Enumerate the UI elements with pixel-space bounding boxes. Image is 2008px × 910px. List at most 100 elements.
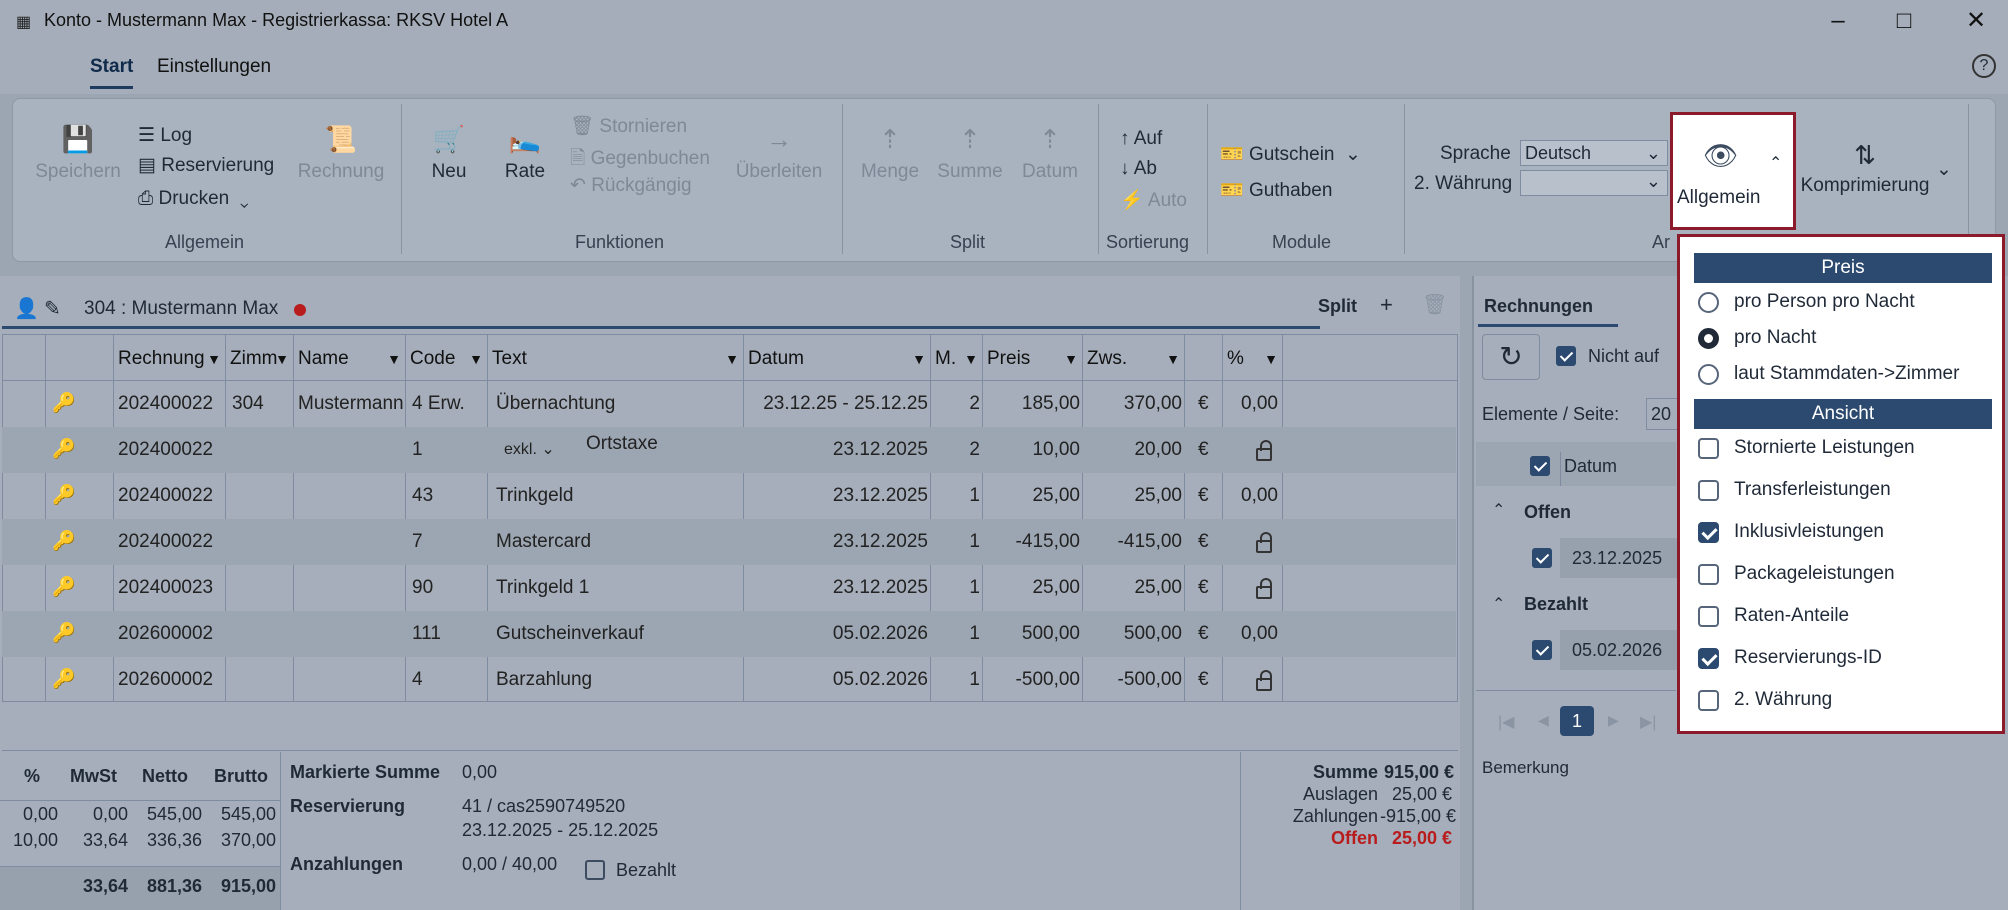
col-name[interactable]: Name ▼ <box>294 338 406 380</box>
neu-button[interactable]: 🛒 Neu <box>424 124 474 183</box>
table-row[interactable]: 🔑 202400022 7 Mastercard 23.12.2025 1 -4… <box>2 519 1456 565</box>
row-checkbox[interactable] <box>1532 640 1552 660</box>
key-icon[interactable]: 🔑 <box>52 427 76 473</box>
radio-laut-stammdaten[interactable]: laut Stammdaten->Zimmer <box>1698 359 1959 389</box>
bezahlt-checkbox[interactable] <box>585 860 605 880</box>
filter-icon[interactable]: ▼ <box>1166 338 1180 380</box>
filter-icon[interactable]: ▼ <box>387 338 401 380</box>
table-row[interactable]: 🔑 202600002 111 Gutscheinverkauf 05.02.2… <box>2 611 1456 657</box>
rechnung-button[interactable]: 📜 Rechnung <box>294 124 388 183</box>
table-row[interactable]: 🔑 202600002 4 Barzahlung 05.02.2026 1 -5… <box>2 657 1456 703</box>
trash-icon[interactable]: 🗑 <box>1422 292 1447 317</box>
chevron-down-icon[interactable]: ⌄ <box>1936 158 1952 181</box>
check-stornierte-leistungen[interactable]: Stornierte Leistungen <box>1698 433 1915 463</box>
summe-button[interactable]: ⇡ Summe <box>936 124 1004 183</box>
filter-icon[interactable]: ▼ <box>964 338 978 380</box>
check-zweite-waehrung[interactable]: 2. Währung <box>1698 685 1832 715</box>
sort-auf-button[interactable]: ↑ Auf <box>1120 128 1162 150</box>
exkl-select[interactable]: exkl. ⌄ <box>504 427 555 473</box>
speichern-button[interactable]: 💾 Speichern <box>34 124 122 183</box>
filter-icon[interactable]: ▼ <box>1064 338 1078 380</box>
stornieren-button[interactable]: 🗑 Stornieren <box>570 114 687 138</box>
nicht-auf-checkbox[interactable] <box>1556 346 1576 366</box>
chevron-up-icon[interactable]: ⌃ <box>1492 500 1505 520</box>
col-prozent[interactable]: % ▼ <box>1223 338 1283 380</box>
guthaben-button[interactable]: 🎫 Guthaben <box>1220 178 1332 202</box>
row-checkbox[interactable] <box>1532 548 1552 568</box>
komprimierung-button[interactable]: ⇅ Komprimierung <box>1800 140 1930 197</box>
key-icon[interactable]: 🔑 <box>52 473 76 519</box>
plus-icon[interactable]: + <box>1380 292 1393 318</box>
col-zws[interactable]: Zws. ▼ <box>1083 338 1185 380</box>
rueckgaengig-button[interactable]: ↶ Rückgängig <box>570 174 692 197</box>
check-packageleistungen[interactable]: Packageleistungen <box>1698 559 1895 589</box>
rate-button[interactable]: 🛌 Rate <box>500 124 550 183</box>
col-zimmer[interactable]: Zimm ▼ <box>226 338 294 380</box>
section-preis: Preis <box>1694 253 1992 283</box>
sort-auto-button[interactable]: ⚡ Auto <box>1120 188 1187 212</box>
close-button[interactable]: ✕ <box>1956 6 1996 36</box>
next-page-icon[interactable]: ▶ <box>1608 712 1619 729</box>
filter-icon[interactable]: ▼ <box>469 338 483 380</box>
key-icon[interactable]: 🔑 <box>52 381 76 427</box>
col-datum[interactable]: Datum ▼ <box>744 338 931 380</box>
sprache-select[interactable]: Deutsch ⌄ <box>1520 140 1668 166</box>
key-icon[interactable]: 🔑 <box>52 657 76 703</box>
key-icon[interactable]: 🔑 <box>52 519 76 565</box>
allgemein-view-button[interactable]: 👁 ⌃ Allgemein <box>1670 112 1796 230</box>
gutschein-button[interactable]: 🎫 Gutschein ⌄ <box>1220 142 1361 166</box>
bed-icon: 🛌 <box>508 124 542 154</box>
col-menge[interactable]: M. ▼ <box>931 338 983 380</box>
select-all-checkbox[interactable] <box>1530 456 1550 476</box>
check-transferleistungen[interactable]: Transferleistungen <box>1698 475 1891 505</box>
arrow-up-icon: ↑ <box>1120 128 1134 149</box>
table-row[interactable]: 🔑 202400022 304 Mustermann 4 Erw. Überna… <box>2 381 1456 427</box>
first-page-icon[interactable]: |◀ <box>1498 712 1514 732</box>
minimize-button[interactable]: – <box>1818 6 1858 36</box>
tab-start[interactable]: Start <box>90 56 134 89</box>
check-inklusivleistungen[interactable]: Inklusivleistungen <box>1698 517 1884 547</box>
key-icon[interactable]: 🔑 <box>52 565 76 611</box>
pencil-icon[interactable]: ✎ <box>44 296 61 321</box>
menge-button[interactable]: ⇡ Menge <box>856 124 924 183</box>
waehrung-select[interactable]: ⌄ <box>1520 170 1668 196</box>
log-button[interactable]: ☰ Log <box>138 124 192 147</box>
filter-icon[interactable]: ▼ <box>207 338 221 380</box>
check-raten-anteile[interactable]: Raten-Anteile <box>1698 601 1849 631</box>
drucken-button[interactable]: ⎙ Drucken ⌄ <box>138 188 249 210</box>
gegenbuchen-button[interactable]: 🗎 Gegenbuchen <box>570 144 710 176</box>
refresh-icon[interactable]: ↻ <box>1482 334 1540 380</box>
tab-einstellungen[interactable]: Einstellungen <box>157 56 271 78</box>
sort-ab-button[interactable]: ↓ Ab <box>1120 158 1157 180</box>
reservierung-button[interactable]: ▤ Reservierung <box>138 154 274 177</box>
sprache-label: Sprache <box>1440 143 1511 164</box>
col-text[interactable]: Text ▼ <box>488 338 744 380</box>
table-row[interactable]: 🔑 202400022 1 exkl. ⌄ Ortstaxe 23.12.202… <box>2 427 1456 473</box>
chevron-up-icon[interactable]: ⌃ <box>1492 594 1505 614</box>
help-icon[interactable]: ? <box>1972 54 1996 78</box>
key-icon[interactable]: 🔑 <box>52 611 76 657</box>
filter-icon[interactable]: ▼ <box>275 338 289 380</box>
page-1-button[interactable]: 1 <box>1560 706 1594 736</box>
split-tab[interactable]: Split <box>1318 296 1357 317</box>
col-preis[interactable]: Preis ▼ <box>983 338 1083 380</box>
check-reservierungs-id[interactable]: Reservierungs-ID <box>1698 643 1882 673</box>
ueberleiten-button[interactable]: → Überleiten <box>730 124 828 183</box>
radio-pro-person-pro-nacht[interactable]: pro Person pro Nacht <box>1698 287 1915 317</box>
last-page-icon[interactable]: ▶| <box>1640 712 1656 732</box>
col-rechnung[interactable]: Rechnung ▼ <box>114 338 226 380</box>
tab-rechnungen[interactable]: Rechnungen <box>1484 296 1593 317</box>
datum-split-button[interactable]: ⇡ Datum <box>1016 124 1084 183</box>
save-icon: 💾 <box>61 124 95 154</box>
table-row[interactable]: 🔑 202400023 90 Trinkgeld 1 23.12.2025 1 … <box>2 565 1456 611</box>
table-row[interactable]: 🔑 202400022 43 Trinkgeld 23.12.2025 1 25… <box>2 473 1456 519</box>
filter-icon[interactable]: ▼ <box>912 338 926 380</box>
arrow-down-icon: ↓ <box>1120 158 1134 179</box>
lock-icon <box>1256 440 1272 461</box>
col-code[interactable]: Code ▼ <box>406 338 488 380</box>
filter-icon[interactable]: ▼ <box>725 338 739 380</box>
radio-pro-nacht[interactable]: pro Nacht <box>1698 323 1816 353</box>
filter-icon[interactable]: ▼ <box>1264 338 1278 380</box>
maximize-button[interactable]: □ <box>1884 6 1924 36</box>
prev-page-icon[interactable]: ◀ <box>1538 712 1549 729</box>
